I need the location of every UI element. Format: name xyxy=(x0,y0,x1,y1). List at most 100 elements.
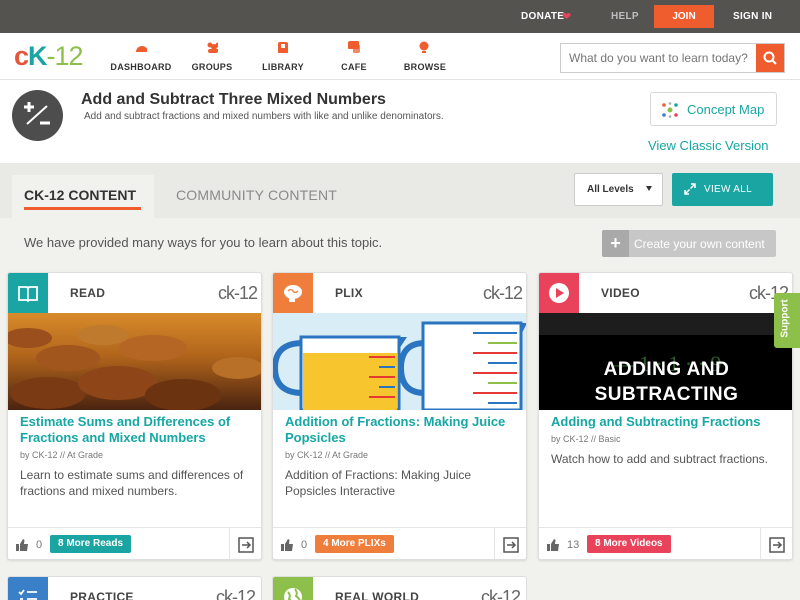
concept-header: Add and Subtract Three Mixed Numbers Add… xyxy=(0,80,800,163)
real-world-type-badge xyxy=(273,577,313,600)
open-button[interactable] xyxy=(229,528,261,559)
card-type-label: VIDEO xyxy=(601,286,640,300)
cafe-icon xyxy=(348,41,360,53)
like-count: 0 xyxy=(36,539,43,551)
browse-icon xyxy=(419,41,429,53)
create-content-button[interactable]: + Create your own content xyxy=(602,230,776,257)
thumbs-up-icon[interactable] xyxy=(281,539,294,551)
play-icon xyxy=(549,283,569,303)
practice-type-badge xyxy=(8,577,48,600)
concept-map-icon xyxy=(662,102,678,118)
help-link[interactable]: HELP xyxy=(611,11,639,22)
card-practice[interactable]: PRACTICE ck-12 xyxy=(7,576,262,600)
search-button[interactable] xyxy=(756,44,784,72)
page-subtitle: Add and subtract fractions and mixed num… xyxy=(84,111,444,122)
more-plixs-button[interactable]: 4 More PLIXs xyxy=(315,535,394,553)
card-type-label: PRACTICE xyxy=(70,590,134,600)
card-footer: 0 8 More Reads xyxy=(8,527,261,559)
search-input[interactable] xyxy=(561,44,758,72)
card-image-coins[interactable] xyxy=(8,313,261,410)
card-real-world[interactable]: REAL WORLD ck-12 xyxy=(272,576,527,600)
go-arrow-icon xyxy=(503,537,519,553)
card-video-thumbnail[interactable]: — 1 · 1 · · 9 ADDING AND SUBTRACTING xyxy=(539,313,792,410)
levels-dropdown[interactable]: All Levels xyxy=(574,173,663,206)
ck12-mini-logo: ck-12 xyxy=(215,587,256,600)
card-read[interactable]: READ ck-12 Estimate Sums and Differences… xyxy=(7,272,262,560)
tab-ck12-content[interactable]: CK-12 CONTENT xyxy=(12,175,154,218)
plus-minus-icon xyxy=(24,102,50,125)
plus-icon: + xyxy=(602,230,629,257)
main-nav: cK-12 DASHBOARD GROUPS LIBRARY CAFE BROW… xyxy=(0,33,800,80)
measuring-cups-image xyxy=(273,321,526,410)
ck12-logo[interactable]: cK-12 xyxy=(14,41,84,72)
card-video[interactable]: VIDEO ck-12 — 1 · 1 · · 9 ADDING AND SUB… xyxy=(538,272,793,560)
join-button[interactable]: JOIN xyxy=(654,5,714,28)
card-type-label: READ xyxy=(70,286,106,300)
concept-map-label: Concept Map xyxy=(687,102,765,117)
sign-in-link[interactable]: SIGN IN xyxy=(733,11,772,22)
card-title-link[interactable]: Estimate Sums and Differences of Fractio… xyxy=(20,414,255,446)
card-header: VIDEO ck-12 xyxy=(539,273,792,313)
card-title-link[interactable]: Adding and Subtracting Fractions xyxy=(551,414,786,430)
expand-icon xyxy=(684,183,696,195)
card-header: PLIX ck-12 xyxy=(273,273,526,313)
search-icon xyxy=(763,51,777,65)
nav-cafe[interactable]: CAFE xyxy=(319,41,389,72)
support-tab[interactable]: Support xyxy=(774,293,800,348)
card-description: Addition of Fractions: Making Juice Pops… xyxy=(285,468,472,498)
globe-icon xyxy=(284,588,302,600)
card-type-label: PLIX xyxy=(335,286,363,300)
brain-icon xyxy=(284,285,302,302)
intro-text: We have provided many ways for you to le… xyxy=(24,235,383,250)
more-reads-button[interactable]: 8 More Reads xyxy=(50,535,132,553)
card-description: Watch how to add and subtract fractions. xyxy=(551,452,769,466)
card-type-label: REAL WORLD xyxy=(335,590,420,600)
nav-browse[interactable]: BROWSE xyxy=(390,41,460,72)
dashboard-icon xyxy=(136,46,147,52)
nav-library[interactable]: LIBRARY xyxy=(248,41,318,72)
groups-icon xyxy=(207,42,218,53)
tab-community-content[interactable]: COMMUNITY CONTENT xyxy=(176,187,337,203)
concept-badge xyxy=(12,90,63,141)
search-box xyxy=(560,43,785,73)
card-description: Learn to estimate sums and differences o… xyxy=(20,468,244,498)
card-plix[interactable]: PLIX ck-12 Addition of Fractions: Making… xyxy=(272,272,527,560)
video-top-strip xyxy=(539,313,792,335)
card-meta: by CK-12 // Basic xyxy=(551,434,621,444)
card-image-measuring-cups[interactable] xyxy=(273,313,526,410)
concept-map-button[interactable]: Concept Map xyxy=(650,92,777,126)
top-bar: DONATE ❤ HELP JOIN SIGN IN xyxy=(0,0,800,33)
video-text-line2: SUBTRACTING xyxy=(594,384,739,405)
view-classic-link[interactable]: View Classic Version xyxy=(648,138,768,153)
more-videos-button[interactable]: 8 More Videos xyxy=(587,535,671,553)
video-text-line1: ADDING AND xyxy=(603,359,730,380)
nav-groups[interactable]: GROUPS xyxy=(177,41,247,72)
open-button[interactable] xyxy=(494,528,526,559)
card-footer: 0 4 More PLIXs xyxy=(273,527,526,559)
ck12-mini-logo: ck-12 xyxy=(482,283,523,303)
card-footer: 13 8 More Videos xyxy=(539,527,792,559)
nav-dashboard[interactable]: DASHBOARD xyxy=(106,41,176,72)
book-icon xyxy=(18,286,38,303)
like-count: 13 xyxy=(567,539,580,551)
card-header: READ ck-12 xyxy=(8,273,261,313)
read-type-badge xyxy=(8,273,48,313)
card-meta: by CK-12 // At Grade xyxy=(20,450,104,460)
ck12-mini-logo: ck-12 xyxy=(480,587,521,600)
coins-image xyxy=(8,325,261,410)
open-button[interactable] xyxy=(760,528,792,559)
chevron-down-icon xyxy=(646,186,652,191)
go-arrow-icon xyxy=(238,537,254,553)
heart-icon[interactable]: ❤ xyxy=(562,10,571,23)
active-tab-underline xyxy=(24,207,141,210)
donate-link[interactable]: DONATE xyxy=(521,11,564,22)
view-all-button[interactable]: VIEW ALL xyxy=(672,173,773,206)
go-arrow-icon xyxy=(769,537,785,553)
card-title-link[interactable]: Addition of Fractions: Making Juice Pops… xyxy=(285,414,520,446)
thumbs-up-icon[interactable] xyxy=(547,539,560,551)
library-icon xyxy=(278,42,288,53)
page-title: Add and Subtract Three Mixed Numbers xyxy=(81,91,386,108)
like-count: 0 xyxy=(301,539,308,551)
card-meta: by CK-12 // At Grade xyxy=(285,450,369,460)
thumbs-up-icon[interactable] xyxy=(16,539,29,551)
